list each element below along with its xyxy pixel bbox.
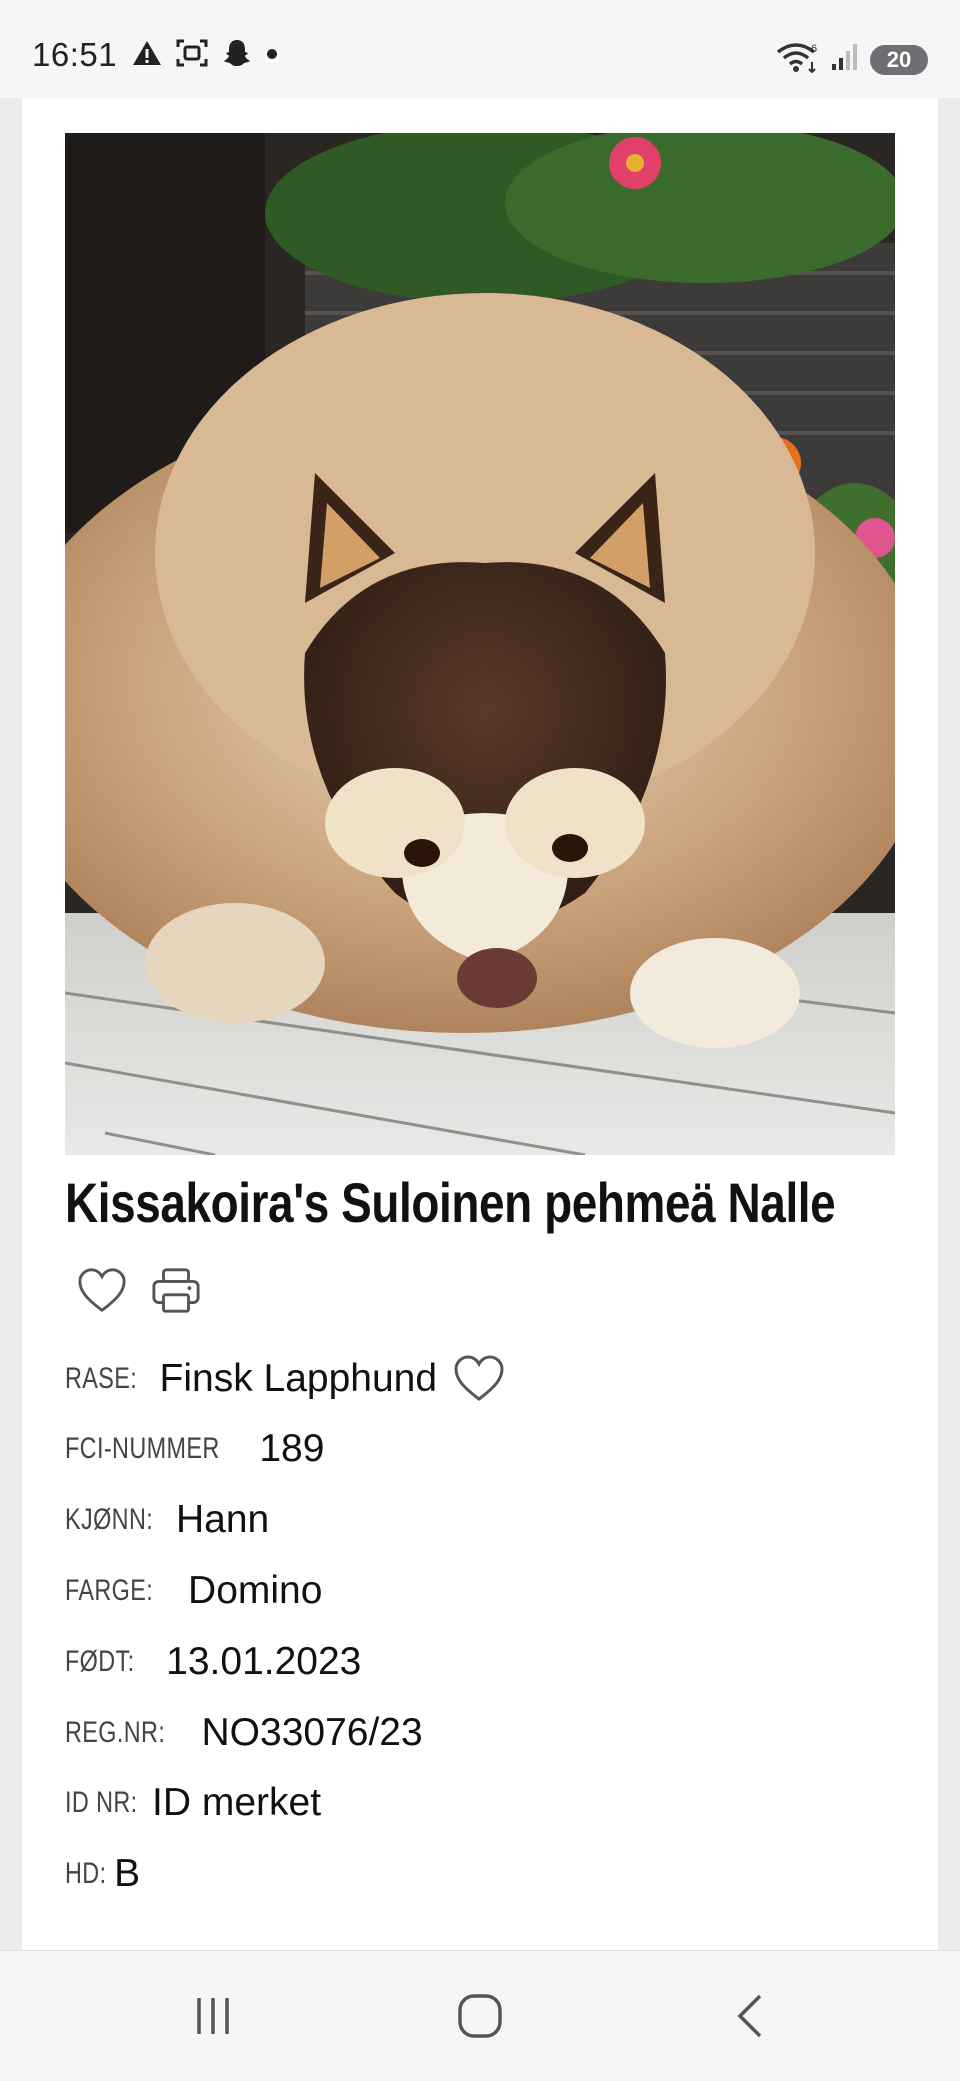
screen-capture-icon (176, 38, 208, 73)
warning-icon (132, 39, 162, 72)
color-row: FARGE: Domino (65, 1564, 322, 1618)
fci-row: FCI-NUMMER 189 (65, 1422, 324, 1476)
wifi-icon: 6 (776, 40, 820, 79)
hd-label: HD: (65, 1857, 107, 1890)
snapchat-icon (222, 38, 252, 73)
back-icon[interactable] (710, 1981, 790, 2051)
system-icons: 6 20 (776, 40, 928, 79)
reg-value: NO33076/23 (201, 1711, 423, 1754)
home-icon[interactable] (440, 1981, 520, 2051)
sex-row: KJØNN: Hann (65, 1493, 269, 1547)
hd-row: HD: B (65, 1847, 140, 1901)
breed-value: Finsk Lapphund (159, 1357, 438, 1400)
status-bar: 16:51 6 20 (0, 0, 960, 98)
sex-label: KJØNN: (65, 1503, 154, 1536)
svg-text:6: 6 (811, 43, 817, 55)
sex-value: Hann (176, 1498, 270, 1541)
navigation-bar (0, 1950, 960, 2081)
printer-icon[interactable] (151, 1266, 201, 1316)
notification-icons (132, 38, 278, 73)
color-label: FARGE: (65, 1574, 154, 1607)
signal-icon (830, 42, 860, 77)
breed-heart-icon[interactable] (453, 1355, 505, 1403)
breed-label: RASE: (65, 1362, 138, 1395)
id-label: ID NR: (65, 1786, 138, 1819)
fci-label: FCI-NUMMER (65, 1432, 220, 1465)
action-row (77, 1266, 201, 1316)
id-row: ID NR: ID merket (65, 1776, 321, 1830)
color-value: Domino (188, 1569, 323, 1612)
status-time: 16:51 (32, 36, 118, 73)
id-value: ID merket (152, 1781, 322, 1824)
born-label: FØDT: (65, 1645, 135, 1678)
breed-row: RASE: Finsk Lapphund (65, 1352, 505, 1406)
born-value: 13.01.2023 (166, 1640, 362, 1683)
fci-value: 189 (259, 1427, 325, 1470)
heart-icon[interactable] (77, 1266, 127, 1316)
recent-apps-icon[interactable] (173, 1981, 253, 2051)
dog-profile-card: Kissakoira's Suloinen pehmeä Nalle RASE:… (22, 98, 938, 1950)
dot-icon (266, 47, 278, 65)
reg-row: REG.NR: NO33076/23 (65, 1706, 423, 1760)
dog-name-title: Kissakoira's Suloinen pehmeä Nalle (65, 1171, 836, 1234)
born-row: FØDT: 13.01.2023 (65, 1635, 361, 1689)
hd-value: B (114, 1852, 141, 1895)
dog-photo (65, 133, 895, 1155)
reg-label: REG.NR: (65, 1716, 166, 1749)
battery-icon: 20 (870, 44, 928, 75)
